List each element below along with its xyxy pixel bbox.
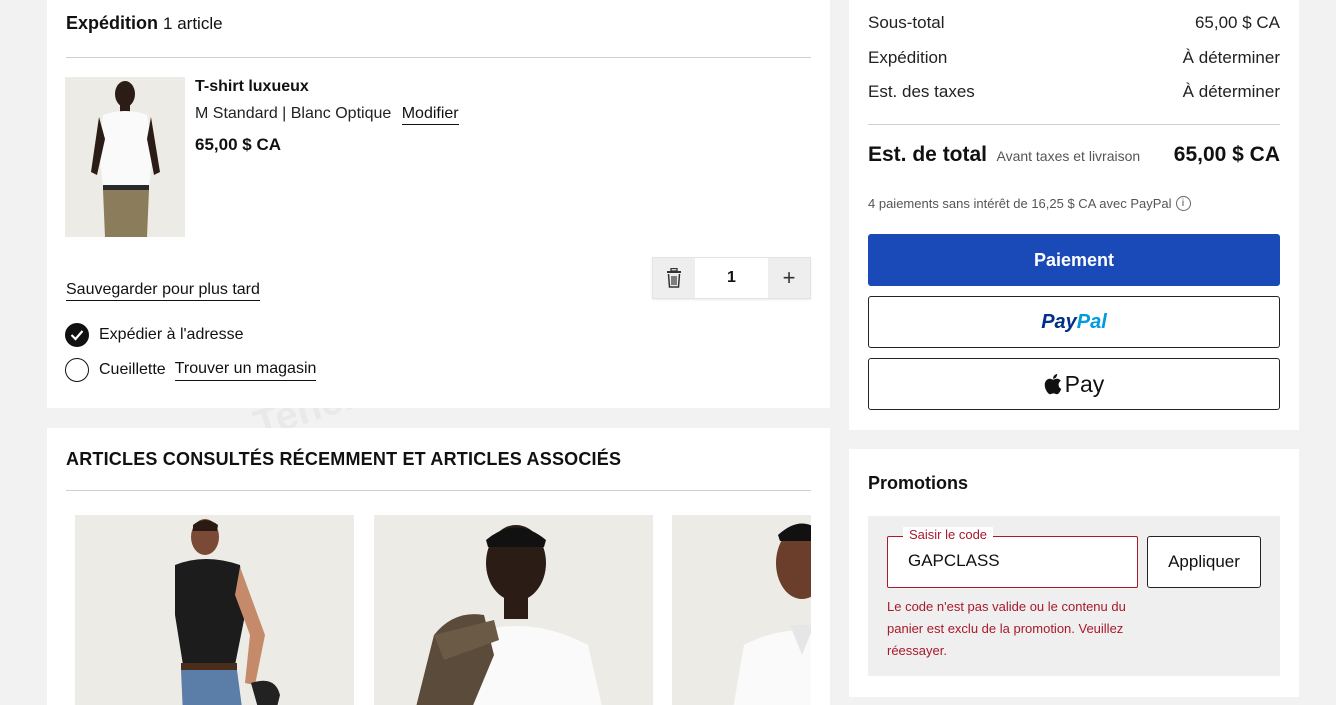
product-thumbnail[interactable] <box>65 77 185 237</box>
variant-text: M Standard | Blanc Optique <box>195 105 392 122</box>
pickup-option[interactable]: Cueillette Trouver un magasin <box>65 358 317 382</box>
increment-button[interactable]: + <box>768 258 810 298</box>
apple-pay-label: Pay <box>1064 370 1105 397</box>
ship-to-address-option[interactable]: Expédier à l'adresse <box>65 323 243 347</box>
product-variant: M Standard | Blanc Optique Modifier <box>195 105 459 125</box>
apply-button[interactable]: Appliquer <box>1147 536 1261 588</box>
modify-link[interactable]: Modifier <box>401 105 459 125</box>
item-count: 1 article <box>163 14 223 33</box>
plus-icon: + <box>782 265 796 290</box>
order-summary-panel: Sous-total 65,00 $ CA Expédition À déter… <box>849 0 1299 430</box>
subtotal-row: Sous-total 65,00 $ CA <box>868 13 1280 33</box>
paypal-button[interactable]: Pay Pal <box>868 296 1280 348</box>
total-value: 65,00 $ CA <box>1173 143 1280 166</box>
trash-icon <box>667 268 681 288</box>
product-name[interactable]: T-shirt luxueux <box>195 78 309 96</box>
delete-button[interactable] <box>653 258 695 298</box>
shipping-heading: Expédition 1 article <box>66 13 223 34</box>
save-for-later-link[interactable]: Sauvegarder pour plus tard <box>66 281 260 301</box>
shipping-row: Expédition À déterminer <box>868 48 1280 68</box>
taxes-row: Est. des taxes À déterminer <box>868 82 1280 102</box>
product-price: 65,00 $ CA <box>195 135 281 154</box>
promo-error-message: Le code n'est pas valide ou le contenu d… <box>887 599 1126 658</box>
total-label: Est. de total <box>868 143 988 166</box>
total-row: Est. de total Avant taxes et livraison 6… <box>868 143 1280 167</box>
shipping-panel: Expédition 1 article T-shirt luxueux M S… <box>47 0 830 408</box>
total-sublabel: Avant taxes et livraison <box>996 148 1141 164</box>
ship-option-label: Expédier à l'adresse <box>99 326 244 343</box>
recent-items-panel: ARTICLES CONSULTÉS RÉCEMMENT ET ARTICLES… <box>47 428 830 705</box>
promo-code-input[interactable] <box>908 551 1128 571</box>
divider <box>66 490 811 491</box>
recent-product-card[interactable] <box>374 515 653 705</box>
radio-empty-icon[interactable] <box>65 358 89 382</box>
checkout-button[interactable]: Paiement <box>868 234 1280 286</box>
shipping-value: À déterminer <box>1182 48 1280 67</box>
apple-logo-icon <box>1044 374 1061 395</box>
promo-code-field[interactable]: Saisir le code <box>887 527 1138 588</box>
apple-pay-button[interactable]: Pay <box>868 358 1280 410</box>
taxes-value: À déterminer <box>1182 82 1280 101</box>
checkmark-radio-icon[interactable] <box>65 323 89 347</box>
subtotal-value: 65,00 $ CA <box>1194 13 1280 32</box>
paypal-logo-pay: Pay <box>1041 310 1077 333</box>
recent-product-card[interactable] <box>672 515 811 705</box>
promo-code-box: Saisir le code Appliquer Le code n'est p… <box>868 516 1280 676</box>
subtotal-label: Sous-total <box>868 13 945 32</box>
divider <box>868 124 1280 125</box>
recent-title: ARTICLES CONSULTÉS RÉCEMMENT ET ARTICLES… <box>66 449 622 469</box>
promo-code-label: Saisir le code <box>903 527 994 542</box>
promotions-panel: Promotions Saisir le code Appliquer Le c… <box>849 449 1299 697</box>
paypal-installments-note: 4 paiements sans intérêt de 16,25 $ CA a… <box>868 196 1191 211</box>
taxes-label: Est. des taxes <box>868 82 975 101</box>
promotions-title: Promotions <box>868 473 969 493</box>
recent-product-card[interactable] <box>75 515 354 705</box>
shipping-label: Expédition <box>868 48 948 67</box>
find-store-link[interactable]: Trouver un magasin <box>174 360 317 381</box>
pickup-option-label: Cueillette <box>99 361 166 378</box>
paypal-logo-pal: Pal <box>1076 310 1107 333</box>
quantity-stepper: 1 + <box>652 257 811 299</box>
quantity-value[interactable]: 1 <box>695 258 768 298</box>
divider <box>66 57 811 58</box>
shipping-title: Expédition <box>66 13 159 33</box>
info-icon[interactable]: i <box>1175 196 1191 211</box>
